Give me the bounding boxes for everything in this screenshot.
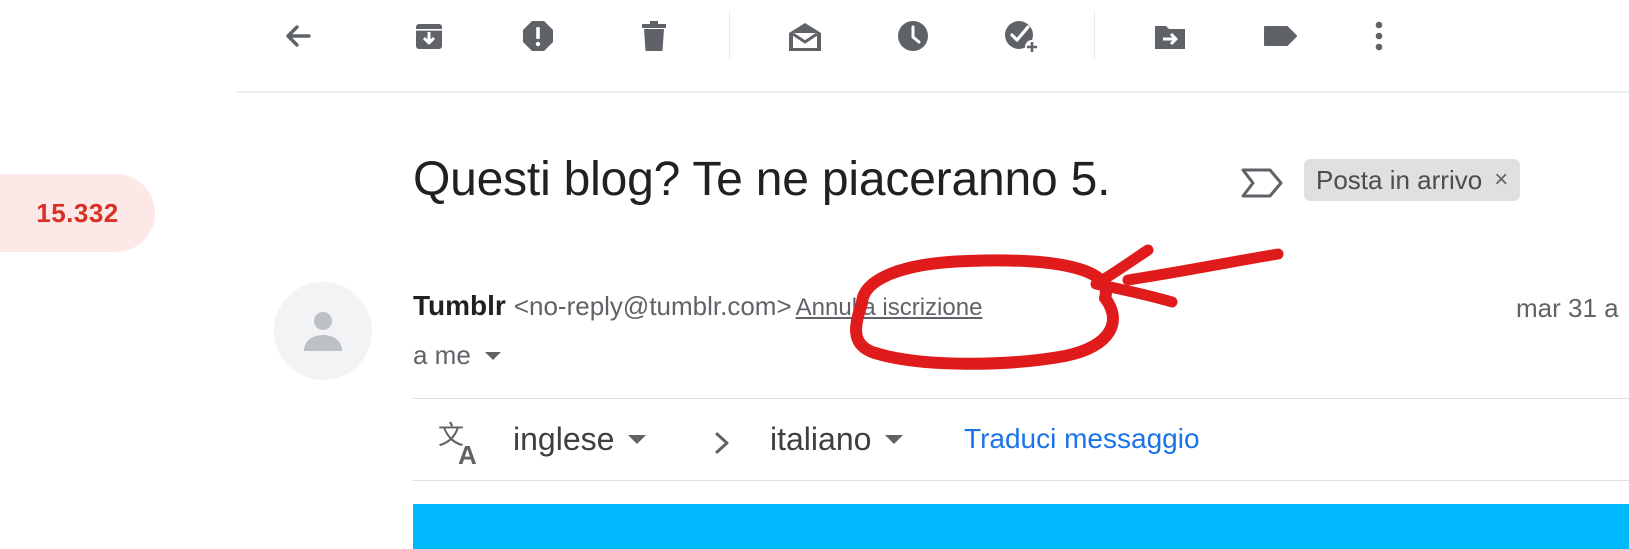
chevron-right-icon — [715, 432, 729, 454]
divider — [413, 398, 1629, 399]
email-date: mar 31 a — [1516, 293, 1619, 323]
label-chip-inbox: Posta in arrivo × — [1304, 159, 1521, 201]
report-spam-button[interactable] — [514, 12, 562, 60]
person-icon — [304, 312, 342, 351]
label-icon — [1264, 26, 1297, 46]
mark-unread-icon — [789, 23, 821, 51]
archive-button[interactable] — [405, 12, 453, 60]
sender-email: <no-reply@tumblr.com> — [513, 291, 792, 321]
recipient-details-toggle[interactable]: a me — [413, 340, 501, 371]
svg-text:A: A — [458, 440, 477, 468]
email-body-banner — [413, 504, 1629, 549]
translate-message-link[interactable]: Traduci messaggio — [964, 423, 1200, 455]
more-vert-icon — [1375, 21, 1383, 51]
target-language-label: italiano — [770, 421, 872, 457]
sender-line: Tumblr <no-reply@tumblr.com> Annulla isc… — [413, 290, 982, 322]
annotation-arrow-shaft — [1122, 248, 1284, 286]
unsubscribe-link[interactable]: Annulla iscrizione — [796, 294, 983, 322]
annotation-arrow-head — [1090, 244, 1178, 308]
report-spam-icon — [523, 21, 553, 51]
snooze-button[interactable] — [889, 12, 937, 60]
archive-icon — [416, 24, 442, 49]
mark-unread-button[interactable] — [781, 12, 829, 60]
back-arrow-icon — [286, 25, 311, 47]
inbox-unread-count[interactable]: 15.332 — [0, 174, 155, 252]
snooze-icon — [898, 21, 928, 51]
delete-button[interactable] — [630, 12, 678, 60]
translate-icon: 文 A — [438, 420, 477, 468]
add-to-tasks-button[interactable] — [997, 12, 1045, 60]
recipient-label: a me — [413, 340, 471, 370]
sender-name[interactable]: Tumblr — [413, 290, 506, 322]
remove-label-button[interactable]: × — [1494, 166, 1508, 194]
source-language-select[interactable]: inglese — [513, 421, 647, 458]
move-to-button[interactable] — [1146, 12, 1194, 60]
add-to-tasks-icon — [1005, 21, 1039, 54]
toolbar-separator — [729, 10, 730, 60]
toolbar-separator — [1094, 10, 1095, 60]
avatar[interactable] — [274, 282, 372, 380]
red-annotation-overlay — [850, 244, 1284, 370]
back-button[interactable] — [274, 12, 322, 60]
label-chip-text: Posta in arrivo — [1316, 164, 1483, 195]
move-to-icon — [1155, 26, 1185, 49]
chevron-down-icon — [484, 351, 501, 360]
label-button[interactable] — [1256, 12, 1304, 60]
source-language-label: inglese — [513, 421, 615, 457]
important-marker-icon[interactable] — [1240, 166, 1284, 200]
toolbar-divider — [236, 91, 1629, 93]
target-language-select[interactable]: italiano — [770, 421, 904, 458]
email-subject: Questi blog? Te ne piaceranno 5. — [413, 153, 1111, 206]
chevron-down-icon — [885, 435, 904, 444]
more-options-button[interactable] — [1355, 12, 1403, 60]
chevron-down-icon — [628, 435, 647, 444]
divider — [413, 480, 1629, 481]
delete-icon — [642, 21, 666, 51]
